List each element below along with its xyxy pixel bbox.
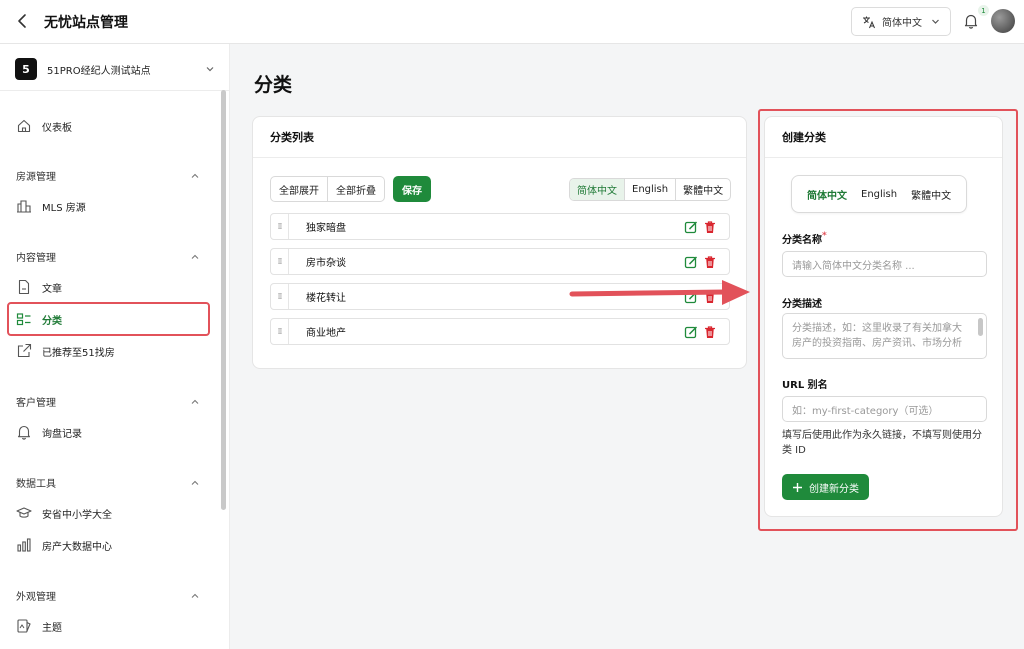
chevron-up-icon bbox=[191, 399, 199, 404]
language-selector-label: 简体中文 bbox=[882, 18, 922, 29]
active-item-highlight bbox=[7, 302, 210, 336]
category-name: 独家暗盘 bbox=[306, 223, 346, 234]
list-item[interactable]: ⁞⁞ 房市杂谈 bbox=[270, 248, 730, 275]
sidebar-scrollbar[interactable] bbox=[221, 90, 226, 510]
bar-chart-icon bbox=[17, 538, 31, 552]
expand-collapse-group: 全部展开 全部折叠 bbox=[270, 176, 385, 202]
trash-icon[interactable] bbox=[703, 255, 717, 269]
group-content[interactable]: 内容管理 bbox=[16, 249, 200, 264]
drag-handle-icon[interactable]: ⁞⁞ bbox=[271, 249, 289, 274]
sidebar-item-theme[interactable]: 主题 bbox=[16, 617, 62, 635]
divider bbox=[0, 90, 230, 91]
group-title: 客户管理 bbox=[16, 398, 56, 409]
collapse-all-button[interactable]: 全部折叠 bbox=[328, 176, 385, 202]
sidebar: 5 51PRO经纪人测试站点 仪表板 房源管理 MLS 房源 内容管理 文章 分… bbox=[0, 44, 230, 649]
home-icon bbox=[17, 119, 31, 133]
list-item[interactable]: ⁞⁞ 商业地产 bbox=[270, 318, 730, 345]
sidebar-item-articles[interactable]: 文章 bbox=[16, 278, 62, 296]
category-name: 楼花转让 bbox=[306, 293, 346, 304]
chevron-down-icon bbox=[206, 67, 214, 72]
site-switcher[interactable]: 5 51PRO经纪人测试站点 bbox=[15, 58, 215, 80]
site-badge: 5 bbox=[15, 58, 37, 80]
trash-icon[interactable] bbox=[703, 290, 717, 304]
list-item[interactable]: ⁞⁞ 独家暗盘 bbox=[270, 213, 730, 240]
theme-icon bbox=[17, 619, 31, 633]
edit-icon[interactable] bbox=[684, 220, 698, 234]
building-icon bbox=[17, 200, 31, 213]
list-language-tabs: 简体中文 English 繁體中文 bbox=[569, 178, 732, 201]
chevron-down-icon bbox=[932, 19, 939, 24]
group-title: 房源管理 bbox=[16, 172, 56, 183]
bell-icon[interactable] bbox=[963, 13, 979, 29]
sidebar-item-recommended[interactable]: 已推荐至51找房 bbox=[16, 342, 115, 360]
sidebar-item-dashboard[interactable]: 仪表板 bbox=[16, 117, 72, 135]
sidebar-item-inquiries[interactable]: 询盘记录 bbox=[16, 423, 82, 441]
sidebar-item-label: 主题 bbox=[42, 622, 62, 634]
group-title: 数据工具 bbox=[16, 479, 56, 490]
chevron-up-icon bbox=[191, 593, 199, 598]
group-title: 内容管理 bbox=[16, 253, 56, 264]
drag-handle-icon[interactable]: ⁞⁞ bbox=[271, 284, 289, 309]
chevron-up-icon bbox=[191, 173, 199, 178]
group-appearance[interactable]: 外观管理 bbox=[16, 588, 200, 603]
drag-handle-icon[interactable]: ⁞⁞ bbox=[271, 319, 289, 344]
sidebar-item-label: 已推荐至51找房 bbox=[42, 347, 115, 359]
trash-icon[interactable] bbox=[703, 325, 717, 339]
category-name: 房市杂谈 bbox=[306, 258, 346, 269]
notification-badge: 1 bbox=[978, 5, 989, 16]
sidebar-item-label: 文章 bbox=[42, 283, 62, 295]
sidebar-item-label: 房产大数据中心 bbox=[42, 541, 112, 553]
graduation-cap-icon bbox=[16, 507, 32, 518]
save-button[interactable]: 保存 bbox=[393, 176, 431, 202]
card-title: 分类列表 bbox=[270, 131, 314, 144]
drag-handle-icon[interactable]: ⁞⁞ bbox=[271, 214, 289, 239]
tab-english[interactable]: English bbox=[624, 179, 675, 200]
divider bbox=[253, 157, 746, 158]
sidebar-item-label: 安省中小学大全 bbox=[42, 509, 112, 521]
app-title: 无忧站点管理 bbox=[44, 15, 128, 31]
expand-all-button[interactable]: 全部展开 bbox=[270, 176, 328, 202]
list-item[interactable]: ⁞⁞ 楼花转让 bbox=[270, 283, 730, 310]
top-header: 无忧站点管理 简体中文 1 bbox=[0, 0, 1024, 44]
back-arrow-icon[interactable] bbox=[14, 12, 32, 30]
sidebar-item-data-center[interactable]: 房产大数据中心 bbox=[16, 536, 112, 554]
tab-traditional-chinese[interactable]: 繁體中文 bbox=[675, 179, 730, 200]
sidebar-item-label: MLS 房源 bbox=[42, 202, 86, 214]
group-title: 外观管理 bbox=[16, 592, 56, 603]
sidebar-item-label: 询盘记录 bbox=[42, 428, 82, 440]
page-title: 分类 bbox=[254, 74, 293, 96]
edit-icon[interactable] bbox=[684, 325, 698, 339]
sidebar-item-mls[interactable]: MLS 房源 bbox=[16, 197, 86, 215]
group-data-tools[interactable]: 数据工具 bbox=[16, 475, 200, 490]
category-list-card: 分类列表 全部展开 全部折叠 保存 简体中文 English 繁體中文 ⁞⁞ 独… bbox=[252, 116, 747, 369]
chevron-up-icon bbox=[191, 254, 199, 259]
language-selector[interactable]: 简体中文 bbox=[851, 7, 951, 36]
tab-simplified-chinese[interactable]: 简体中文 bbox=[570, 179, 624, 200]
create-form-highlight bbox=[758, 109, 1018, 531]
group-customers[interactable]: 客户管理 bbox=[16, 394, 200, 409]
group-listings[interactable]: 房源管理 bbox=[16, 168, 200, 183]
edit-icon[interactable] bbox=[684, 290, 698, 304]
avatar[interactable] bbox=[991, 9, 1015, 33]
chevron-up-icon bbox=[191, 480, 199, 485]
trash-icon[interactable] bbox=[703, 220, 717, 234]
external-link-icon bbox=[17, 343, 32, 358]
edit-icon[interactable] bbox=[684, 255, 698, 269]
bell-icon bbox=[17, 425, 31, 440]
site-name: 51PRO经纪人测试站点 bbox=[47, 65, 151, 77]
sidebar-item-schools[interactable]: 安省中小学大全 bbox=[16, 504, 112, 522]
translate-icon bbox=[863, 16, 875, 28]
sidebar-item-label: 仪表板 bbox=[42, 122, 72, 134]
category-name: 商业地产 bbox=[306, 328, 346, 339]
document-icon bbox=[18, 279, 30, 295]
